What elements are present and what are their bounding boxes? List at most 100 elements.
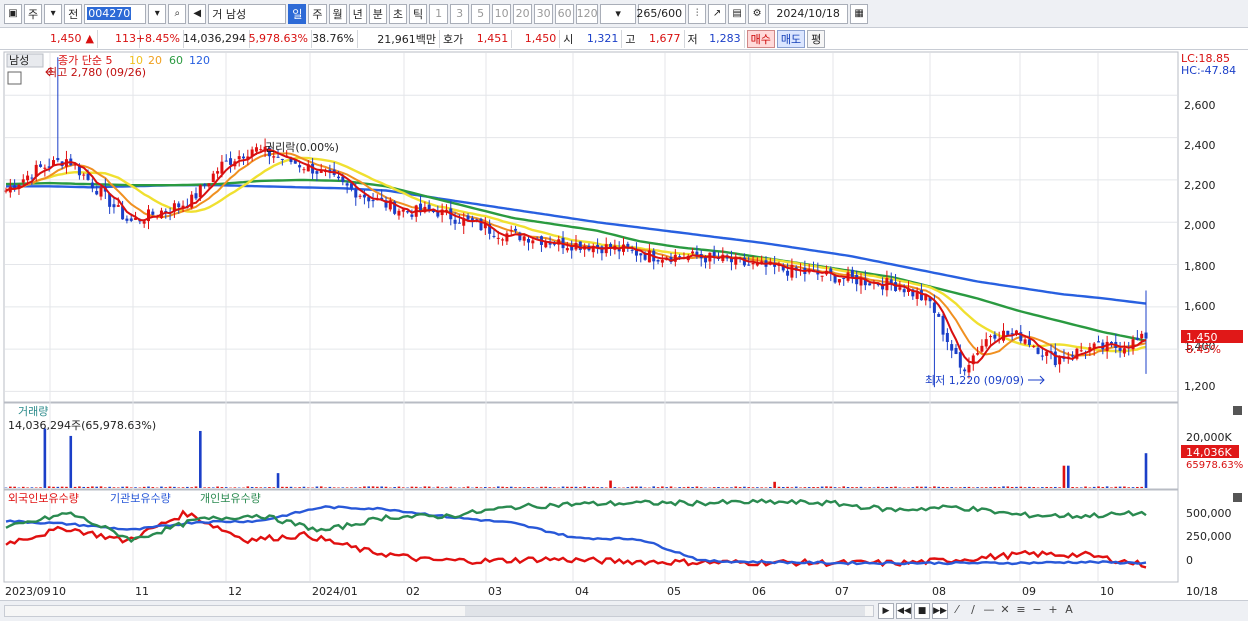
period-second[interactable]: 초 xyxy=(388,3,407,24)
period-month[interactable]: 월 xyxy=(328,3,347,24)
volume-bar xyxy=(591,486,595,488)
volume-bar xyxy=(34,487,38,488)
volume-bar xyxy=(95,486,98,488)
rewind-icon[interactable]: ◀◀ xyxy=(896,603,912,619)
candle-body xyxy=(203,183,207,186)
buy-button[interactable]: 매수 xyxy=(746,29,775,48)
zoom-out-icon[interactable]: − xyxy=(1030,603,1044,616)
minute-20[interactable]: 20 xyxy=(513,3,533,24)
chart-window: { "toolbar":{"market":"주","prev":"전","co… xyxy=(0,0,1248,621)
minute-3[interactable]: 3 xyxy=(450,3,470,24)
fast-forward-icon[interactable]: ▶▶ xyxy=(932,603,948,619)
minute-1[interactable]: 1 xyxy=(429,3,449,24)
candle-body xyxy=(544,242,548,248)
candle-body xyxy=(1079,350,1083,352)
indicator-icon[interactable]: ↗ xyxy=(708,3,727,24)
scrollbar-thumb[interactable] xyxy=(465,606,865,616)
candle-body xyxy=(220,161,224,174)
stock-chart[interactable]: 남성 종가 단순 5 10 20 60 120 최고 2,780 (09/26)… xyxy=(0,50,1248,600)
candle-body xyxy=(229,158,233,165)
volume-close-icon[interactable] xyxy=(1233,406,1242,415)
candle-body xyxy=(125,218,129,221)
volume-bar xyxy=(781,487,785,488)
hline-tool-icon[interactable]: — xyxy=(982,603,996,616)
volume-bar xyxy=(803,487,807,488)
search-icon[interactable]: ⌕ xyxy=(168,3,187,24)
market-select[interactable]: 주 xyxy=(24,3,43,24)
volume-bar xyxy=(78,486,81,488)
cross-tool-icon[interactable]: ✕ xyxy=(998,603,1012,616)
candle-body xyxy=(600,246,604,254)
volume-bar xyxy=(596,487,599,488)
volume-bar xyxy=(496,486,500,488)
candle-body xyxy=(1023,339,1027,344)
count-input[interactable]: 265/600 xyxy=(636,3,687,24)
volume-bar xyxy=(233,487,237,488)
minute-120[interactable]: 120 xyxy=(576,3,599,24)
volume-bar xyxy=(881,487,884,488)
minute-60[interactable]: 60 xyxy=(555,3,575,24)
volume-bar xyxy=(600,487,604,488)
window-menu-icon[interactable]: ▣ xyxy=(4,3,22,24)
price-change: 113 xyxy=(98,29,140,48)
volume-bar xyxy=(933,486,936,488)
play-icon[interactable]: ▶ xyxy=(878,603,894,619)
hc-label: HC:-47.84 xyxy=(1181,64,1236,77)
table-icon[interactable] xyxy=(7,71,22,85)
chevron-down-icon[interactable]: ▾ xyxy=(44,3,63,24)
volume-bar xyxy=(56,486,60,488)
volume-bar xyxy=(743,486,746,488)
volume-bar xyxy=(1019,486,1023,488)
volume-bar xyxy=(885,486,889,488)
line-tool-icon[interactable]: ⁄ xyxy=(950,603,964,616)
candle-type-icon[interactable]: ⫶ xyxy=(688,3,707,24)
period-tick[interactable]: 틱 xyxy=(409,3,428,24)
volume-bar xyxy=(488,487,491,488)
flat-button[interactable]: 평 xyxy=(807,29,826,48)
volume-bar xyxy=(1015,486,1018,488)
candle-body xyxy=(39,164,43,167)
settings-gear-icon[interactable]: ⚙ xyxy=(748,3,767,24)
period-week[interactable]: 주 xyxy=(308,3,327,24)
drawing-icon[interactable]: ▤ xyxy=(728,3,747,24)
minute-10[interactable]: 10 xyxy=(492,3,512,24)
horizontal-scrollbar[interactable] xyxy=(4,605,874,617)
volume-ratio: 5,978.63% xyxy=(249,29,312,48)
text-tool-icon[interactable]: A xyxy=(1062,603,1076,616)
volume-bar xyxy=(112,487,116,488)
candle-body xyxy=(90,182,94,189)
zoom-in-icon[interactable]: + xyxy=(1046,603,1060,616)
volume-bar xyxy=(445,487,448,488)
period-minute[interactable]: 분 xyxy=(368,3,387,24)
stop-icon[interactable]: ■ xyxy=(914,603,930,619)
speaker-icon[interactable]: ◀ xyxy=(188,3,207,24)
volume-bar xyxy=(1054,486,1057,488)
scroll-nav: ▶ ◀◀ ■ ▶▶ xyxy=(878,603,948,619)
period-year[interactable]: 년 xyxy=(348,3,367,24)
code-dropdown-icon[interactable]: ▾ xyxy=(148,3,167,24)
trend-tool-icon[interactable]: ∕ xyxy=(966,603,980,616)
volume-bar xyxy=(207,487,211,488)
candle-body xyxy=(678,256,682,258)
minute-5[interactable]: 5 xyxy=(471,3,491,24)
candle-body xyxy=(479,218,483,231)
prev-button[interactable]: 전 xyxy=(64,3,83,24)
minute-30[interactable]: 30 xyxy=(534,3,554,24)
volume-bar xyxy=(501,486,504,488)
fib-tool-icon[interactable]: ≡ xyxy=(1014,603,1028,616)
candle-body xyxy=(1040,355,1044,357)
volume-bar xyxy=(980,487,984,488)
period-day[interactable]: 일 xyxy=(288,3,307,24)
volume-bar xyxy=(211,487,215,488)
custom-period-select[interactable]: ▾ xyxy=(600,3,637,24)
candle-body xyxy=(401,209,405,212)
holding-close-icon[interactable] xyxy=(1233,493,1242,502)
volume-bar xyxy=(548,487,552,488)
volume-bar xyxy=(397,486,401,488)
stock-code-input[interactable]: 004270 xyxy=(84,3,147,24)
sell-button[interactable]: 매도 xyxy=(776,29,806,48)
volume-bar xyxy=(1088,487,1092,488)
date-input[interactable]: 2024/10/18 xyxy=(768,3,849,24)
top-toolbar: ▣ 주 ▾ 전 004270 ▾ ⌕ ◀ 거 남성 일 주 월 년 분 초 틱 … xyxy=(0,0,1248,28)
calendar-icon[interactable]: ▦ xyxy=(850,3,869,24)
